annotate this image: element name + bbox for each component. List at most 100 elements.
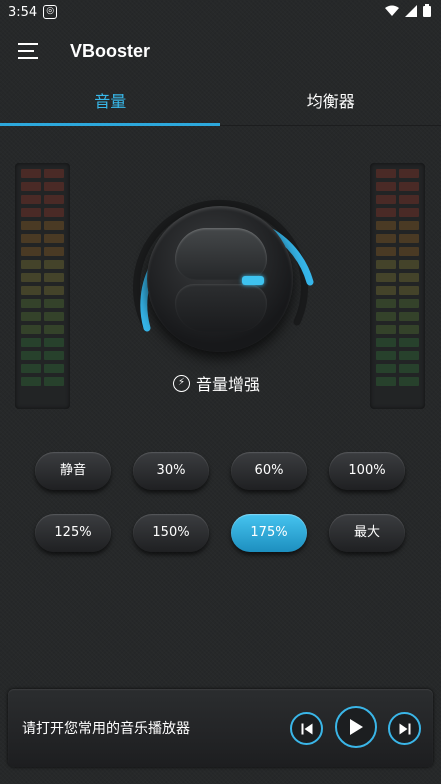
meter-segment [376, 299, 396, 308]
meter-segment [399, 338, 419, 347]
meter-segment [399, 221, 419, 230]
meter-segment [399, 377, 419, 386]
meter-segment [21, 338, 41, 347]
status-bar: 3:54 ◎ [0, 0, 441, 24]
meter-segment [44, 182, 64, 191]
boost-label-text: 音量增强 [196, 375, 261, 394]
meter-segment [399, 364, 419, 373]
play-button[interactable] [335, 706, 377, 748]
meter-segment [21, 364, 41, 373]
meter-segment [44, 299, 64, 308]
meter-segment [376, 312, 396, 321]
wifi-icon [385, 5, 399, 16]
meter-segment [44, 260, 64, 269]
music-player-bar: 请打开您常用的音乐播放器 [8, 689, 433, 767]
meter-segment [21, 234, 41, 243]
preset-100-button[interactable]: 100% [329, 452, 405, 490]
meter-segment [21, 221, 41, 230]
skip-next-icon [399, 723, 410, 734]
preset-max-button[interactable]: 最大 [329, 514, 405, 552]
meter-segment [376, 273, 396, 282]
meter-segment [376, 351, 396, 360]
knob-grip-bottom [175, 284, 267, 332]
meter-segment [44, 377, 64, 386]
meter-segment [44, 169, 64, 178]
volume-knob[interactable] [125, 186, 315, 376]
meter-segment [44, 234, 64, 243]
meter-segment [399, 273, 419, 282]
meter-segment [376, 260, 396, 269]
meter-segment [399, 195, 419, 204]
skip-previous-icon [301, 723, 312, 734]
meter-segment [44, 247, 64, 256]
app-title: VBooster [70, 41, 151, 61]
signal-icon [405, 4, 417, 17]
meter-segment [21, 247, 41, 256]
preset-175-button[interactable]: 175% [231, 514, 307, 552]
meter-segment [399, 260, 419, 269]
previous-button[interactable] [290, 712, 323, 745]
tab-bar: 音量 均衡器 [0, 80, 441, 126]
level-meter-right [370, 163, 425, 409]
meter-segment [44, 312, 64, 321]
meter-segment [21, 377, 41, 386]
status-time: 3:54 [8, 4, 38, 20]
app-bar: VBooster [0, 24, 441, 80]
preset-125-button[interactable]: 125% [35, 514, 111, 552]
tab-equalizer[interactable]: 均衡器 [221, 80, 441, 125]
notification-app-icon: ◎ [43, 5, 58, 19]
meter-segment [376, 208, 396, 217]
preset-30-button[interactable]: 30% [133, 452, 209, 490]
meter-segment [21, 208, 41, 217]
meter-segment [399, 351, 419, 360]
meter-segment [376, 364, 396, 373]
meter-segment [399, 234, 419, 243]
meter-segment [399, 182, 419, 191]
meter-segment [376, 234, 396, 243]
meter-segment [376, 221, 396, 230]
preset-mute-button[interactable]: 静音 [35, 452, 111, 490]
meter-segment [21, 325, 41, 334]
meter-segment [21, 312, 41, 321]
meter-segment [44, 338, 64, 347]
meter-segment [21, 169, 41, 178]
meter-segment [399, 247, 419, 256]
tab-indicator [0, 123, 220, 126]
meter-segment [21, 351, 41, 360]
meter-segment [44, 286, 64, 295]
level-meter-left [15, 163, 70, 409]
meter-segment [21, 260, 41, 269]
meter-segment [44, 364, 64, 373]
meter-segment [44, 208, 64, 217]
lightning-icon: ⚡ [173, 374, 190, 392]
meter-segment [376, 182, 396, 191]
meter-segment [376, 195, 396, 204]
meter-segment [21, 273, 41, 282]
knob-body[interactable] [147, 206, 293, 352]
meter-segment [399, 286, 419, 295]
meter-segment [21, 299, 41, 308]
meter-segment [44, 221, 64, 230]
meter-segment [21, 286, 41, 295]
tab-volume[interactable]: 音量 [0, 80, 221, 125]
player-message: 请打开您常用的音乐播放器 [22, 721, 190, 737]
meter-segment [399, 169, 419, 178]
volume-boost-label: ⚡ 音量增强 [173, 371, 260, 395]
status-icons [385, 4, 431, 17]
meter-segment [21, 182, 41, 191]
knob-grip-top [175, 228, 267, 280]
menu-icon[interactable] [18, 43, 38, 59]
next-button[interactable] [388, 712, 421, 745]
preset-60-button[interactable]: 60% [231, 452, 307, 490]
preset-150-button[interactable]: 150% [133, 514, 209, 552]
meter-segment [376, 325, 396, 334]
meter-segment [376, 338, 396, 347]
meter-segment [376, 169, 396, 178]
meter-segment [399, 208, 419, 217]
meter-segment [376, 286, 396, 295]
meter-segment [44, 195, 64, 204]
meter-segment [44, 351, 64, 360]
meter-segment [44, 273, 64, 282]
meter-segment [44, 325, 64, 334]
meter-segment [399, 312, 419, 321]
